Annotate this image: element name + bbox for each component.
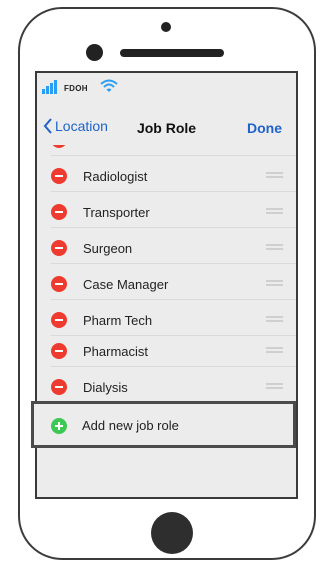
row-divider	[51, 191, 296, 192]
delete-icon[interactable]	[51, 168, 67, 184]
add-job-role-label: Add new job role	[82, 418, 179, 433]
proximity-sensor	[161, 22, 171, 32]
job-role-list: Radiologist Transporter Surgeon Case Man…	[37, 145, 296, 430]
add-circle-icon	[51, 418, 67, 434]
front-camera	[86, 44, 103, 61]
reorder-handle-icon[interactable]	[266, 172, 283, 181]
delete-icon[interactable]	[51, 276, 67, 292]
reorder-handle-icon[interactable]	[266, 347, 283, 356]
role-label: Transporter	[83, 205, 150, 220]
row-divider	[51, 155, 296, 156]
delete-icon[interactable]	[51, 312, 67, 328]
delete-icon[interactable]	[51, 379, 67, 395]
add-job-role-button[interactable]: Add new job role	[31, 401, 296, 448]
reorder-handle-icon[interactable]	[266, 280, 283, 289]
wifi-icon	[100, 79, 118, 92]
done-button[interactable]: Done	[247, 120, 282, 136]
role-label: Pharmacist	[83, 344, 149, 359]
list-item: Pharmacist	[37, 337, 296, 367]
carrier-name: FDOH	[64, 84, 88, 93]
role-label: Dialysis	[83, 380, 128, 395]
list-item: Case Manager	[37, 270, 296, 300]
reorder-handle-icon[interactable]	[266, 316, 283, 325]
navigation-bar: Location Job Role Done	[37, 106, 296, 146]
list-item: Transporter	[37, 198, 296, 228]
row-divider	[51, 263, 296, 264]
delete-icon[interactable]	[51, 343, 67, 359]
role-label: Case Manager	[83, 277, 169, 292]
list-item	[37, 145, 296, 156]
row-divider	[51, 227, 296, 228]
delete-icon[interactable]	[51, 204, 67, 220]
delete-icon[interactable]	[51, 145, 67, 148]
delete-icon[interactable]	[51, 240, 67, 256]
reorder-handle-icon[interactable]	[266, 208, 283, 217]
home-button[interactable]	[151, 512, 193, 554]
row-divider	[51, 366, 296, 367]
role-label: Surgeon	[83, 241, 133, 256]
list-item: Surgeon	[37, 234, 296, 264]
row-divider	[51, 335, 296, 336]
reorder-handle-icon[interactable]	[266, 383, 283, 392]
list-item: Pharm Tech	[37, 306, 296, 336]
earpiece-speaker	[120, 49, 224, 57]
role-label: Pharm Tech	[83, 313, 153, 328]
role-label: Radiologist	[83, 169, 148, 184]
row-divider	[51, 299, 296, 300]
status-bar: FDOH	[37, 73, 296, 103]
list-item: Dialysis	[37, 373, 296, 403]
cellular-signal-icon	[42, 80, 62, 94]
reorder-handle-icon[interactable]	[266, 244, 283, 253]
list-item: Radiologist	[37, 162, 296, 192]
